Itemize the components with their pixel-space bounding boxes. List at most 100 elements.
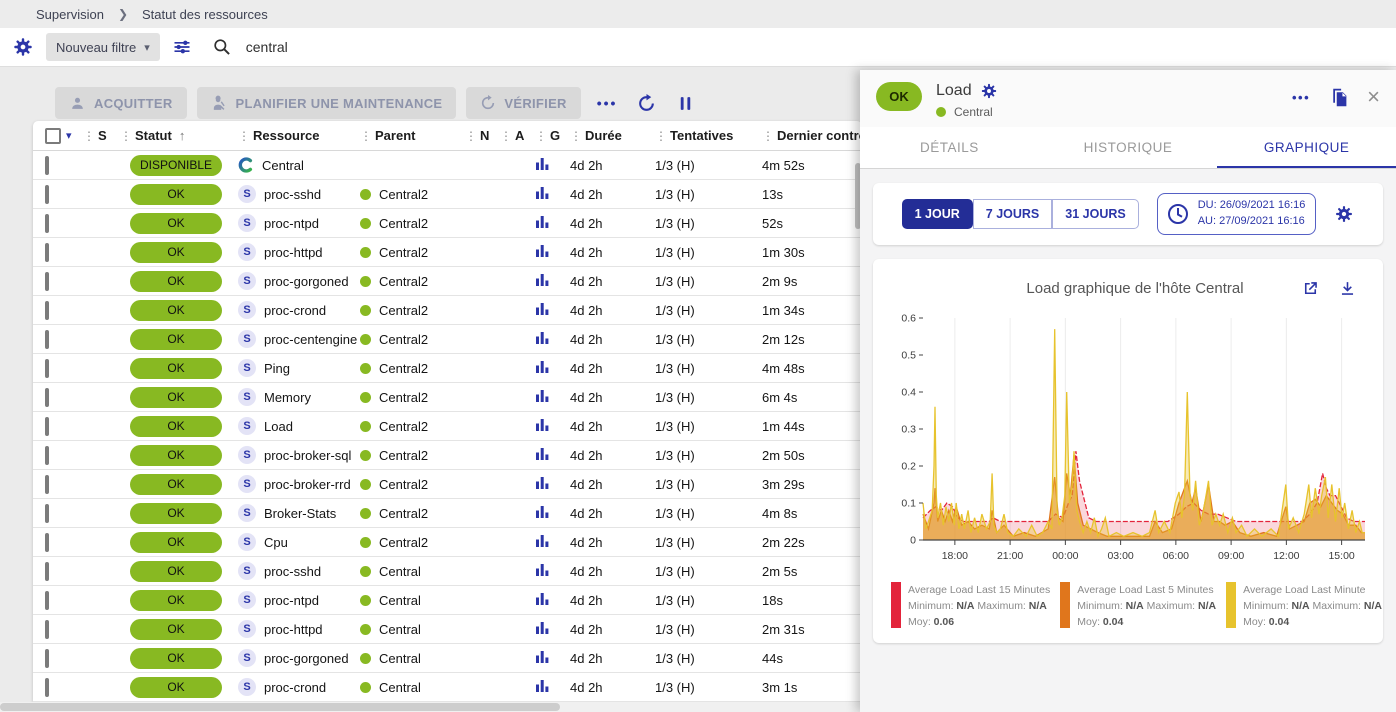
graph-icon[interactable] bbox=[535, 678, 550, 693]
table-row[interactable]: OKSLoadCentral24d 2h1/3 (H)1m 44s bbox=[33, 412, 862, 441]
resource-name[interactable]: Cpu bbox=[264, 535, 288, 550]
resource-name[interactable]: proc-gorgoned bbox=[264, 651, 349, 666]
graph-icon[interactable] bbox=[535, 388, 550, 403]
acknowledge-button[interactable]: ACQUITTER bbox=[55, 87, 187, 119]
graph-icon[interactable] bbox=[535, 185, 550, 200]
horizontal-scrollbar[interactable] bbox=[0, 702, 860, 712]
table-row[interactable]: OKSCpuCentral24d 2h1/3 (H)2m 22s bbox=[33, 528, 862, 557]
header-a[interactable]: A bbox=[515, 128, 524, 143]
table-row[interactable]: OKSproc-crondCentral24d 2h1/3 (H)1m 34s bbox=[33, 296, 862, 325]
graph-icon[interactable] bbox=[535, 272, 550, 287]
graph-icon[interactable] bbox=[535, 649, 550, 664]
resource-name[interactable]: proc-ntpd bbox=[264, 216, 319, 231]
table-row[interactable]: OKSproc-httpdCentral24d 2h1/3 (H)1m 30s bbox=[33, 238, 862, 267]
search-input[interactable] bbox=[246, 28, 1386, 66]
row-checkbox[interactable] bbox=[45, 475, 49, 494]
copy-link-icon[interactable] bbox=[1328, 87, 1349, 108]
table-row[interactable]: OKSproc-ntpdCentral24d 2h1/3 (H)52s bbox=[33, 209, 862, 238]
resource-name[interactable]: Memory bbox=[264, 390, 311, 405]
graph-icon[interactable] bbox=[535, 620, 550, 635]
resource-name[interactable]: Broker-Stats bbox=[264, 506, 336, 521]
resource-name[interactable]: proc-ntpd bbox=[264, 593, 319, 608]
table-row[interactable]: OKSproc-sshdCentral24d 2h1/3 (H)13s bbox=[33, 180, 862, 209]
resource-name[interactable]: Central bbox=[262, 158, 304, 173]
close-icon[interactable]: × bbox=[1367, 86, 1380, 108]
download-icon[interactable] bbox=[1338, 279, 1357, 298]
row-checkbox[interactable] bbox=[45, 417, 49, 436]
table-row[interactable]: OKSMemoryCentral24d 2h1/3 (H)6m 4s bbox=[33, 383, 862, 412]
table-row[interactable]: DISPONIBLECentral4d 2h1/3 (H)4m 52s bbox=[33, 151, 862, 180]
graph-icon[interactable] bbox=[535, 591, 550, 606]
breadcrumb-supervision[interactable]: Supervision bbox=[36, 7, 104, 22]
open-in-new-icon[interactable] bbox=[1301, 279, 1320, 298]
table-row[interactable]: OKSproc-centengineCentral24d 2h1/3 (H)2m… bbox=[33, 325, 862, 354]
header-resource[interactable]: Ressource bbox=[253, 128, 319, 143]
table-row[interactable]: OKSproc-broker-sqlCentral24d 2h1/3 (H)2m… bbox=[33, 441, 862, 470]
row-checkbox[interactable] bbox=[45, 591, 49, 610]
range-button-31-jours[interactable]: 31 JOURS bbox=[1052, 199, 1138, 229]
header-duration[interactable]: Durée bbox=[585, 128, 622, 143]
table-row[interactable]: OKSPingCentral24d 2h1/3 (H)4m 48s bbox=[33, 354, 862, 383]
header-tries[interactable]: Tentatives bbox=[670, 128, 733, 143]
resource-name[interactable]: proc-gorgoned bbox=[264, 274, 349, 289]
new-filter-dropdown[interactable]: Nouveau filtre ▾ bbox=[46, 33, 160, 61]
row-checkbox[interactable] bbox=[45, 214, 49, 233]
resource-name[interactable]: proc-centengine bbox=[264, 332, 357, 347]
graph-icon[interactable] bbox=[535, 562, 550, 577]
panel-more-button[interactable]: ••• bbox=[1292, 90, 1310, 105]
graph-icon[interactable] bbox=[535, 475, 550, 490]
row-checkbox[interactable] bbox=[45, 562, 49, 581]
row-checkbox[interactable] bbox=[45, 533, 49, 552]
sort-asc-icon[interactable]: ↑ bbox=[179, 128, 186, 143]
graph-icon[interactable] bbox=[535, 301, 550, 316]
row-checkbox[interactable] bbox=[45, 678, 49, 697]
graph-icon[interactable] bbox=[535, 359, 550, 374]
graph-settings-gear-icon[interactable] bbox=[1334, 204, 1354, 224]
plan-maintenance-button[interactable]: PLANIFIER UNE MAINTENANCE bbox=[197, 87, 457, 119]
resource-name[interactable]: proc-crond bbox=[264, 303, 326, 318]
resource-name[interactable]: proc-crond bbox=[264, 680, 326, 695]
row-checkbox[interactable] bbox=[45, 504, 49, 523]
resource-name[interactable]: proc-broker-rrd bbox=[264, 477, 351, 492]
select-all-checkbox[interactable] bbox=[45, 128, 61, 144]
resource-name[interactable]: Load bbox=[264, 419, 293, 434]
resource-name[interactable]: proc-sshd bbox=[264, 564, 321, 579]
tab-graphique[interactable]: GRAPHIQUE bbox=[1217, 127, 1396, 168]
legend-item[interactable]: Average Load Last MinuteMinimum: N/A Max… bbox=[1226, 582, 1382, 631]
check-button[interactable]: VÉRIFIER bbox=[466, 87, 580, 119]
range-button-7-jours[interactable]: 7 JOURS bbox=[973, 199, 1053, 229]
graph-icon[interactable] bbox=[535, 243, 550, 258]
graph-icon[interactable] bbox=[535, 504, 550, 519]
load-chart[interactable]: 00.10.20.30.40.50.618:0021:0000:0003:000… bbox=[881, 304, 1381, 576]
horizontal-scrollbar-thumb[interactable] bbox=[0, 703, 560, 711]
row-checkbox[interactable] bbox=[45, 388, 49, 407]
filter-settings-gear-icon[interactable] bbox=[12, 36, 34, 58]
resource-name[interactable]: proc-sshd bbox=[264, 187, 321, 202]
resource-name[interactable]: proc-broker-sql bbox=[264, 448, 351, 463]
header-g[interactable]: G bbox=[550, 128, 560, 143]
tab-historique[interactable]: HISTORIQUE bbox=[1039, 127, 1218, 168]
header-last-check[interactable]: Dernier contrô bbox=[777, 128, 862, 143]
row-checkbox[interactable] bbox=[45, 243, 49, 262]
range-button-1-jour[interactable]: 1 JOUR bbox=[902, 199, 973, 229]
pause-button[interactable] bbox=[676, 94, 695, 113]
graph-icon[interactable] bbox=[535, 417, 550, 432]
header-n[interactable]: N bbox=[480, 128, 489, 143]
table-row[interactable]: OKSproc-ntpdCentral4d 2h1/3 (H)18s bbox=[33, 586, 862, 615]
header-status[interactable]: Statut bbox=[135, 128, 172, 143]
tab-details[interactable]: DÉTAILS bbox=[860, 127, 1039, 168]
table-row[interactable]: OKSproc-crondCentral4d 2h1/3 (H)3m 1s bbox=[33, 673, 862, 702]
table-row[interactable]: OKSBroker-StatsCentral24d 2h1/3 (H)4m 8s bbox=[33, 499, 862, 528]
graph-icon[interactable] bbox=[535, 446, 550, 461]
resource-settings-gear-icon[interactable] bbox=[980, 82, 998, 100]
table-row[interactable]: OKSproc-httpdCentral4d 2h1/3 (H)2m 31s bbox=[33, 615, 862, 644]
resource-name[interactable]: proc-httpd bbox=[264, 622, 323, 637]
header-severity[interactable]: S bbox=[98, 128, 107, 143]
legend-item[interactable]: Average Load Last 15 MinutesMinimum: N/A… bbox=[891, 582, 1050, 631]
row-checkbox[interactable] bbox=[45, 301, 49, 320]
row-checkbox[interactable] bbox=[45, 156, 49, 175]
refresh-button[interactable] bbox=[637, 94, 656, 113]
header-parent[interactable]: Parent bbox=[375, 128, 415, 143]
graph-icon[interactable] bbox=[535, 330, 550, 345]
row-checkbox[interactable] bbox=[45, 185, 49, 204]
